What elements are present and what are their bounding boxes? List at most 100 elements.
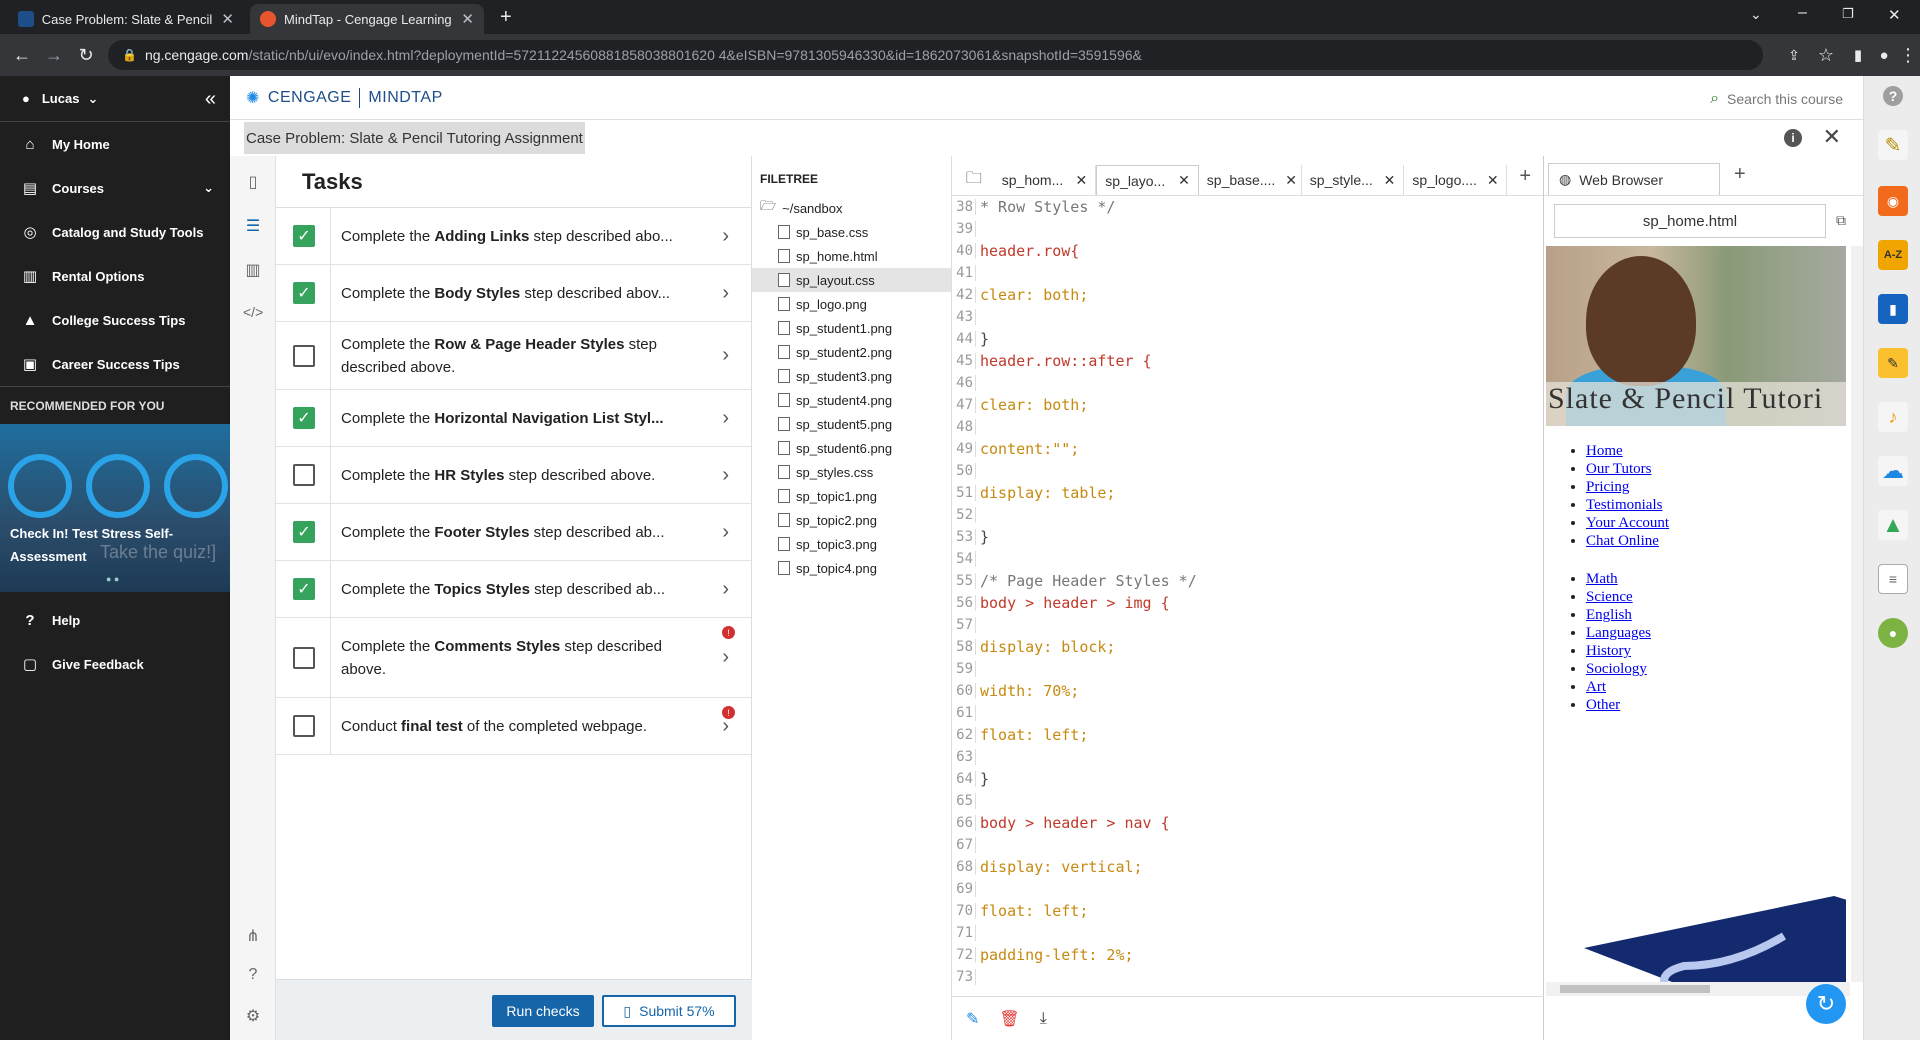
task-list-icon[interactable]: ☰ (243, 216, 263, 236)
file-item[interactable]: sp_base.css (752, 220, 951, 244)
editor-tab[interactable]: sp_layo... ✕ (1096, 165, 1199, 195)
task-item[interactable]: ✓ Complete the Body Styles step described… (276, 265, 751, 322)
checked-checkbox[interactable]: ✓ (293, 521, 315, 543)
new-tab-icon[interactable]: + (500, 6, 512, 29)
preview-link[interactable]: Languages (1586, 625, 1651, 641)
file-item[interactable]: sp_student1.png (752, 316, 951, 340)
cengage-logo[interactable]: ✺ CENGAGE MINDTAP (246, 88, 443, 108)
chevron-right-icon[interactable]: › (722, 407, 729, 430)
preview-url[interactable]: sp_home.html (1554, 204, 1826, 238)
task-item[interactable]: Complete the Row & Page Header Styles st… (276, 322, 751, 390)
file-item[interactable]: sp_student3.png (752, 364, 951, 388)
minimize-icon[interactable]: – (1798, 4, 1807, 22)
web-browser-tab[interactable]: ◍ Web Browser (1548, 163, 1720, 195)
open-external-icon[interactable]: ⧉ (1836, 212, 1846, 229)
close-icon[interactable]: ✕ (1823, 124, 1841, 150)
nav-career-tips[interactable]: ▣ Career Success Tips (0, 342, 230, 386)
info-icon[interactable]: i (1784, 129, 1802, 147)
help-circle-icon[interactable]: ? (243, 966, 263, 984)
close-tab-icon[interactable]: ✕ (1285, 172, 1297, 189)
share-icon[interactable]: ⋔ (243, 926, 263, 946)
task-item[interactable]: Complete the Comments Styles step descri… (276, 618, 751, 698)
preview-link[interactable]: Art (1586, 679, 1606, 695)
task-item[interactable]: ✓ Complete the Topics Styles step describ… (276, 561, 751, 618)
task-item[interactable]: ✓ Complete the Horizontal Navigation List… (276, 390, 751, 447)
bookmark-star-icon[interactable]: ☆ (1814, 43, 1838, 67)
close-tab-icon[interactable]: ✕ (221, 10, 234, 28)
run-checks-button[interactable]: Run checks (492, 995, 594, 1027)
checked-checkbox[interactable]: ✓ (293, 282, 315, 304)
collapse-sidebar-icon[interactable]: « (205, 88, 216, 111)
bar-chart-icon[interactable]: ▥ (243, 260, 263, 280)
browser-tab-mindtap[interactable]: MindTap - Cengage Learning ✕ (250, 4, 484, 34)
close-tab-icon[interactable]: ✕ (1384, 172, 1396, 189)
folder-sandbox[interactable]: 🗁 ~/sandbox (752, 196, 951, 220)
file-item[interactable]: sp_styles.css (752, 460, 951, 484)
file-item[interactable]: sp_layout.css (752, 268, 951, 292)
file-item[interactable]: sp_student4.png (752, 388, 951, 412)
preview-link[interactable]: Math (1586, 571, 1618, 587)
editor-tab[interactable]: sp_logo.... ✕ (1404, 165, 1508, 195)
file-item[interactable]: sp_topic3.png (752, 532, 951, 556)
preview-link[interactable]: Chat Online (1586, 533, 1659, 549)
file-item[interactable]: sp_student6.png (752, 436, 951, 460)
editor-tab[interactable]: sp_style... ✕ (1302, 165, 1405, 195)
profile-icon[interactable]: ● (1872, 43, 1896, 67)
nav-feedback[interactable]: ▢ Give Feedback (0, 642, 230, 686)
task-item[interactable]: Conduct final test of the completed webp… (276, 698, 751, 755)
chevron-right-icon[interactable]: › (722, 225, 729, 248)
task-item[interactable]: Complete the HR Styles step described ab… (276, 447, 751, 504)
chevron-right-icon[interactable]: › (722, 578, 729, 601)
close-tab-icon[interactable]: ✕ (1487, 172, 1499, 189)
window-close-icon[interactable]: ✕ (1888, 6, 1901, 24)
settings-gear-icon[interactable]: ⚙ (243, 1006, 263, 1026)
close-tab-icon[interactable]: ✕ (461, 10, 474, 28)
onedrive-icon[interactable]: ☁ (1878, 456, 1908, 486)
close-tab-icon[interactable]: ✕ (1178, 172, 1190, 189)
unchecked-checkbox[interactable] (293, 715, 315, 737)
search-course[interactable]: ⌕ Search this course (1710, 90, 1843, 108)
reload-icon[interactable]: ↻ (74, 43, 98, 67)
task-item[interactable]: ✓ Complete the Adding Links step describe… (276, 208, 751, 265)
nav-courses[interactable]: ▤ Courses ⌄ (0, 166, 230, 210)
preview-link[interactable]: History (1586, 643, 1631, 659)
file-item[interactable]: sp_student2.png (752, 340, 951, 364)
file-item[interactable]: sp_student5.png (752, 412, 951, 436)
nav-catalog[interactable]: ◎ Catalog and Study Tools (0, 210, 230, 254)
chevron-right-icon[interactable]: › (722, 521, 729, 544)
edit-pencil-icon[interactable]: ✎ (966, 1009, 979, 1029)
readspeaker-icon[interactable]: ♪ (1878, 402, 1908, 432)
chevron-right-icon[interactable]: › (722, 344, 729, 367)
preview-link[interactable]: Other (1586, 697, 1620, 713)
browser-tab-assignment[interactable]: Case Problem: Slate & Pencil Tuto ✕ (8, 4, 244, 34)
forward-icon[interactable]: → (42, 43, 66, 67)
user-menu[interactable]: ● Lucas ⌄ (0, 76, 230, 122)
file-item[interactable]: sp_logo.png (752, 292, 951, 316)
help-icon[interactable]: ? (1883, 86, 1903, 106)
task-item[interactable]: ✓ Complete the Footer Styles step describ… (276, 504, 751, 561)
chevron-right-icon[interactable]: › (722, 646, 729, 669)
file-item[interactable]: sp_topic4.png (752, 556, 951, 580)
preview-link[interactable]: Our Tutors (1586, 461, 1651, 477)
preview-link[interactable]: English (1586, 607, 1632, 623)
menu-icon[interactable]: ⋮ (1896, 43, 1920, 67)
unchecked-checkbox[interactable] (293, 646, 315, 669)
avatar[interactable]: ● (1878, 618, 1908, 648)
address-bar[interactable]: 🔒 ng.cengage.com/static/nb/ui/evo/index.… (108, 40, 1763, 70)
nav-help[interactable]: ? Help (0, 598, 230, 642)
back-icon[interactable]: ← (10, 43, 34, 67)
preview-link[interactable]: Science (1586, 589, 1633, 605)
book-reader-icon[interactable]: ▯ (243, 172, 263, 192)
refresh-preview-button[interactable]: ↻ (1806, 984, 1846, 1024)
restore-icon[interactable]: ❐ (1842, 6, 1854, 22)
nav-my-home[interactable]: ⌂ My Home (0, 122, 230, 166)
notebook-icon[interactable]: ≡ (1878, 564, 1908, 594)
rss-icon[interactable]: ◉ (1878, 186, 1908, 216)
delete-icon[interactable]: 🗑 (999, 1009, 1019, 1029)
dictionary-az-icon[interactable]: A-Z (1878, 240, 1908, 270)
nav-rental[interactable]: ▥ Rental Options (0, 254, 230, 298)
folder-icon[interactable]: 🗀 (954, 165, 994, 195)
preview-link[interactable]: Sociology (1586, 661, 1647, 677)
new-file-tab-icon[interactable]: + (1507, 165, 1543, 195)
close-tab-icon[interactable]: ✕ (1076, 172, 1088, 189)
